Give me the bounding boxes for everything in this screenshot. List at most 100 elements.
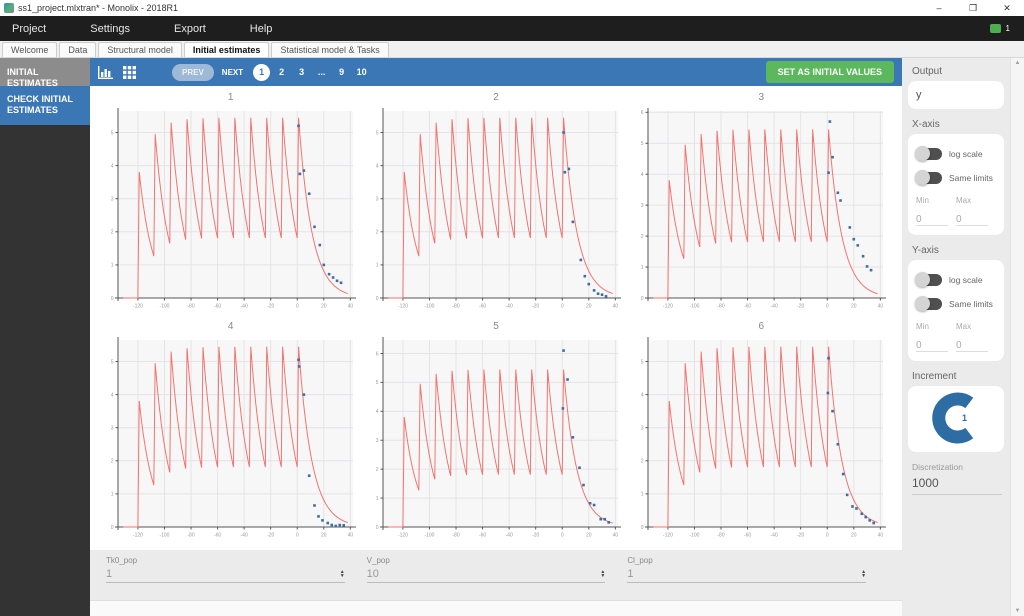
svg-text:2: 2 [376,230,379,236]
notification-area[interactable]: 1 [989,24,1010,33]
svg-text:-80: -80 [718,304,725,310]
svg-text:6: 6 [641,110,644,116]
svg-text:2: 2 [110,459,113,465]
svg-text:-80: -80 [452,533,459,539]
title-bar: ss1_project.mlxtran* - Monolix - 2018R1 … [0,0,1024,16]
subplot-canvas: -120 -100 -80 -60 -40 -20 0 20 40 0 1 2 3 4 5 [110,337,356,539]
x-max-input[interactable] [956,214,988,226]
page-button-3[interactable]: 3 [293,64,310,81]
param-v-pop-stepper[interactable]: ▲ ▼ [600,570,605,579]
svg-text:-100: -100 [690,533,700,539]
x-max-label: Max [956,196,972,205]
set-as-initial-values-button[interactable]: SET AS INITIAL VALUES [765,61,894,83]
discretization-label: Discretization [912,462,964,472]
prev-button[interactable]: PREV [172,63,214,81]
param-v-pop: V_pop ▲▼ [366,556,606,600]
x-same-limits-toggle[interactable] [915,170,942,185]
svg-text:-100: -100 [159,533,169,539]
subplot-title: 3 [758,92,765,103]
vertical-scrollbar[interactable]: ▲ ▼ [1010,58,1024,616]
svg-text:-100: -100 [424,304,434,310]
svg-text:5: 5 [376,130,379,136]
svg-text:4: 4 [376,409,379,415]
svg-text:-100: -100 [159,304,169,310]
y-min-input[interactable] [916,340,948,352]
y-max-input[interactable] [956,340,988,352]
minimize-button[interactable]: – [922,0,956,16]
sidebar-item-initial-estimates[interactable]: INITIAL ESTIMATES [0,58,90,88]
svg-text:-40: -40 [505,533,512,539]
maximize-button[interactable]: ❐ [956,0,990,16]
tab-structural-model[interactable]: Structural model [98,42,182,57]
y-same-limits-label: Same limits [949,299,993,309]
svg-text:20: 20 [586,533,592,539]
scroll-down-icon[interactable]: ▼ [1015,608,1021,614]
svg-text:3: 3 [641,426,644,432]
x-min-label: Min [916,196,929,205]
svg-text:-20: -20 [532,533,539,539]
menu-project[interactable]: Project [12,23,46,35]
svg-text:2: 2 [376,467,379,473]
output-section-title: Output [912,66,943,77]
svg-text:0: 0 [296,533,299,539]
scroll-up-icon[interactable]: ▲ [1015,60,1021,66]
output-value[interactable]: y [916,89,996,101]
svg-text:40: 40 [878,533,884,539]
tab-welcome[interactable]: Welcome [2,42,58,57]
param-cl-pop-stepper[interactable]: ▲ ▼ [861,570,866,579]
svg-text:1: 1 [376,496,379,502]
output-card: y [908,81,1004,109]
param-tk0-pop-stepper[interactable]: ▲ ▼ [340,570,345,579]
svg-text:2: 2 [641,234,644,240]
subplot-canvas: -120 -100 -80 -60 -40 -20 0 20 40 0 1 2 3 4 5 6 [376,337,621,539]
subplot-6: 6 -120 -100 -80 -60 -40 -20 0 20 40 0 1 2 3 4 5 [629,319,894,548]
svg-text:20: 20 [851,304,857,310]
svg-text:-120: -120 [398,533,408,539]
param-tk0-pop-input[interactable] [106,568,336,580]
y-log-scale-toggle[interactable] [915,272,942,287]
svg-text:40: 40 [347,304,353,310]
tab-initial-estimates[interactable]: Initial estimates [183,42,270,57]
svg-text:5: 5 [110,130,113,136]
close-button[interactable]: ✕ [990,0,1024,16]
notification-count: 1 [1005,24,1010,33]
page-button-10[interactable]: 10 [353,64,370,81]
x-log-scale-toggle[interactable] [915,146,942,161]
param-v-pop-label: V_pop [366,556,390,565]
next-button[interactable]: NEXT [222,68,243,77]
tab-data[interactable]: Data [59,42,97,57]
x-min-input[interactable] [916,214,948,226]
menu-settings[interactable]: Settings [90,23,130,35]
subplot-canvas: -120 -100 -80 -60 -40 -20 0 20 40 0 1 2 3 4 5 [110,108,356,310]
grid-view-icon[interactable] [123,65,136,79]
param-v-pop-input[interactable] [366,568,597,580]
menu-help[interactable]: Help [250,23,273,35]
increment-dial[interactable]: 1 [925,390,987,448]
page-button-2[interactable]: 2 [273,64,290,81]
y-axis-section-title: Y-axis [912,245,939,256]
discretization-value[interactable]: 1000 [912,476,1002,495]
svg-text:40: 40 [613,304,619,310]
svg-text:-40: -40 [505,304,512,310]
svg-text:-20: -20 [797,533,804,539]
svg-text:0: 0 [641,296,644,302]
svg-text:5: 5 [641,141,644,147]
chart-view-icon[interactable] [98,65,113,79]
subplot-title: 4 [227,321,234,332]
menu-bar: Project Settings Export Help 1 [0,16,1024,41]
svg-text:40: 40 [878,304,884,310]
svg-text:5: 5 [376,380,379,386]
menu-export[interactable]: Export [174,23,206,35]
param-cl-pop-input[interactable] [627,568,858,580]
sidebar-item-check-initial-estimates[interactable]: CHECK INITIAL ESTIMATES [0,86,90,125]
y-same-limits-toggle[interactable] [915,296,942,311]
svg-text:-40: -40 [240,533,247,539]
tab-statistical-model-tasks[interactable]: Statistical model & Tasks [271,42,389,57]
subplot-title: 5 [493,321,499,332]
horizontal-scroll-track[interactable] [90,600,902,616]
pagination: PREV NEXT 1 2 3 ... 9 10 [172,63,373,81]
page-button-1[interactable]: 1 [253,63,271,81]
page-button-9[interactable]: 9 [333,64,350,81]
svg-text:4: 4 [110,163,113,169]
subplot-4: 4 -120 -100 -80 -60 -40 -20 0 20 40 0 1 2 3 4 5 [98,319,363,548]
